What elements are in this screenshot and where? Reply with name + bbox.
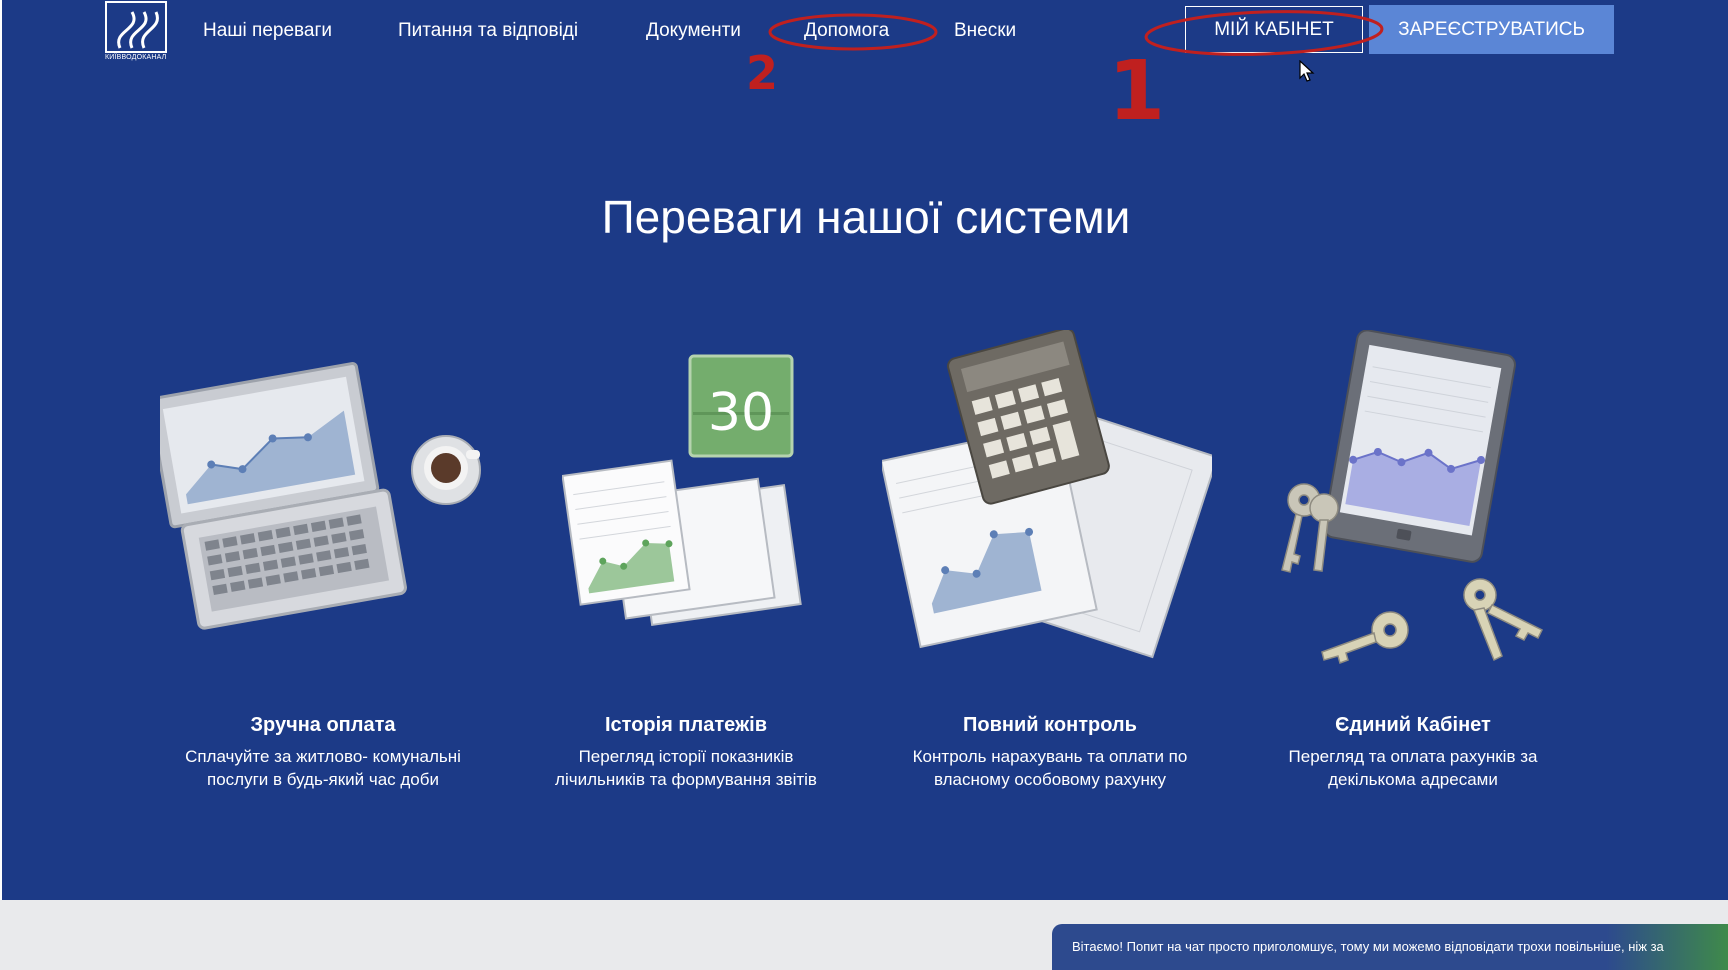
feature-description: Контроль нарахувань та оплати по власному… [912, 747, 1188, 789]
feature-single-cabinet: Єдиний Кабінет Перегляд та оплата рахунк… [1243, 714, 1583, 791]
feature-title: Повний контроль [963, 714, 1137, 736]
feature-description: Сплачуйте за житлово- комунальні послуги … [185, 747, 461, 789]
annotation-number-1: 1 [1108, 44, 1166, 139]
annotation-number-2: 2 [746, 46, 779, 100]
hero-section: КИЇВВОДОКАНАЛ Наші переваги Питання та в… [0, 0, 1728, 900]
feature-description: Перегляд історії показників лічильників т… [555, 747, 817, 789]
laptop-icon [160, 362, 481, 630]
annotation-ellipse-help [768, 13, 938, 51]
page: КИЇВВОДОКАНАЛ Наші переваги Питання та в… [0, 0, 1728, 970]
calendar-documents-icon: 30 [562, 354, 802, 627]
chat-widget-banner[interactable]: Вітаємо! Попит на чат просто приголомшує… [1052, 924, 1728, 970]
annotation-ellipses [768, 10, 1384, 56]
feature-title: Зручна оплата [250, 714, 396, 736]
feature-title: Єдиний Кабінет [1335, 714, 1491, 736]
mouse-cursor-icon [1299, 60, 1315, 82]
feature-convenient-payment: Зручна оплата Сплачуйте за житлово- кому… [153, 714, 493, 791]
calendar-day: 30 [708, 383, 774, 443]
feature-description: Перегляд та оплата рахунків за декількома… [1288, 747, 1538, 789]
calculator-icon [882, 330, 1212, 659]
key-icon-right [1463, 578, 1544, 662]
key-icon-bottom [1321, 611, 1409, 664]
coffee-cup-icon [411, 435, 481, 505]
annotation-ellipse-cabinet [1144, 10, 1384, 56]
feature-payment-history: Історія платежів Перегляд історії показн… [516, 714, 856, 791]
feature-title: Історія платежів [604, 714, 768, 736]
section-title: Переваги нашої системи [601, 191, 1131, 243]
tablet-keys-icon [1281, 330, 1544, 664]
feature-full-control: Повний контроль Контроль нарахувань та о… [880, 714, 1220, 791]
